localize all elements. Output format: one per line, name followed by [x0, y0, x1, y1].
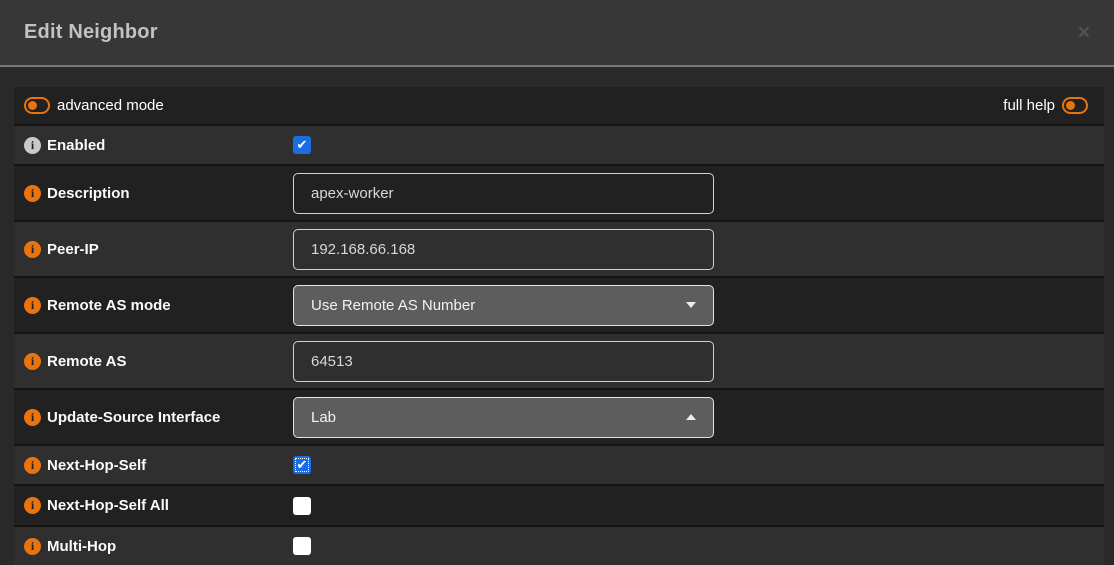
- advanced-mode-toggle-icon[interactable]: [24, 97, 50, 114]
- full-help-control[interactable]: full help: [1003, 97, 1088, 114]
- info-icon[interactable]: i: [24, 185, 41, 202]
- info-icon[interactable]: i: [24, 538, 41, 555]
- form-row-update-source-interface: i Update-Source Interface Lab: [14, 388, 1104, 444]
- update-source-selected-value: Lab: [311, 409, 336, 426]
- form-row-multi-hop: i Multi-Hop ✔: [14, 525, 1104, 565]
- update-source-interface-select[interactable]: Lab: [293, 397, 714, 438]
- peer-ip-input[interactable]: [293, 229, 714, 270]
- form-row-enabled: i Enabled ✔: [14, 124, 1104, 164]
- field-label-remote-as: Remote AS: [47, 353, 126, 370]
- field-label-peer-ip: Peer-IP: [47, 241, 99, 258]
- toolbar-row: advanced mode full help: [14, 87, 1104, 124]
- form-row-remote-as-mode: i Remote AS mode Use Remote AS Number: [14, 276, 1104, 332]
- info-icon[interactable]: i: [24, 457, 41, 474]
- remote-as-mode-selected-value: Use Remote AS Number: [311, 297, 475, 314]
- advanced-mode-control[interactable]: advanced mode: [24, 97, 164, 114]
- info-icon[interactable]: i: [24, 297, 41, 314]
- close-icon[interactable]: ×: [1074, 20, 1094, 45]
- info-icon[interactable]: i: [24, 241, 41, 258]
- modal-body: advanced mode full help i Enabled ✔: [0, 67, 1114, 565]
- field-label-update-source-interface: Update-Source Interface: [47, 409, 220, 426]
- form-row-description: i Description: [14, 164, 1104, 220]
- caret-up-icon: [686, 414, 696, 420]
- page-title: Edit Neighbor: [24, 21, 158, 44]
- field-label-enabled: Enabled: [47, 137, 105, 154]
- form-row-next-hop-self: i Next-Hop-Self ✔: [14, 444, 1104, 484]
- modal-header: Edit Neighbor ×: [0, 0, 1114, 67]
- remote-as-input[interactable]: [293, 341, 714, 382]
- check-icon: ✔: [297, 138, 308, 151]
- next-hop-self-all-checkbox[interactable]: ✔: [293, 497, 311, 515]
- form-row-peer-ip: i Peer-IP: [14, 220, 1104, 276]
- full-help-label: full help: [1003, 97, 1055, 114]
- description-input[interactable]: [293, 173, 714, 214]
- remote-as-mode-select[interactable]: Use Remote AS Number: [293, 285, 714, 326]
- field-label-next-hop-self: Next-Hop-Self: [47, 457, 146, 474]
- next-hop-self-checkbox[interactable]: ✔: [293, 456, 311, 474]
- info-icon[interactable]: i: [24, 409, 41, 426]
- field-label-description: Description: [47, 185, 130, 202]
- edit-neighbor-modal: Edit Neighbor × advanced mode full help …: [0, 0, 1114, 565]
- advanced-mode-label: advanced mode: [57, 97, 164, 114]
- caret-down-icon: [686, 302, 696, 308]
- form-row-next-hop-self-all: i Next-Hop-Self All ✔: [14, 484, 1104, 525]
- enabled-checkbox[interactable]: ✔: [293, 136, 311, 154]
- info-icon[interactable]: i: [24, 497, 41, 514]
- multi-hop-checkbox[interactable]: ✔: [293, 537, 311, 555]
- field-label-next-hop-self-all: Next-Hop-Self All: [47, 497, 169, 514]
- info-icon[interactable]: i: [24, 353, 41, 370]
- field-label-remote-as-mode: Remote AS mode: [47, 297, 171, 314]
- field-label-multi-hop: Multi-Hop: [47, 538, 116, 555]
- form-row-remote-as: i Remote AS: [14, 332, 1104, 388]
- neighbor-form: advanced mode full help i Enabled ✔: [14, 87, 1104, 565]
- info-icon[interactable]: i: [24, 137, 41, 154]
- check-icon: ✔: [297, 458, 308, 471]
- full-help-toggle-icon[interactable]: [1062, 97, 1088, 114]
